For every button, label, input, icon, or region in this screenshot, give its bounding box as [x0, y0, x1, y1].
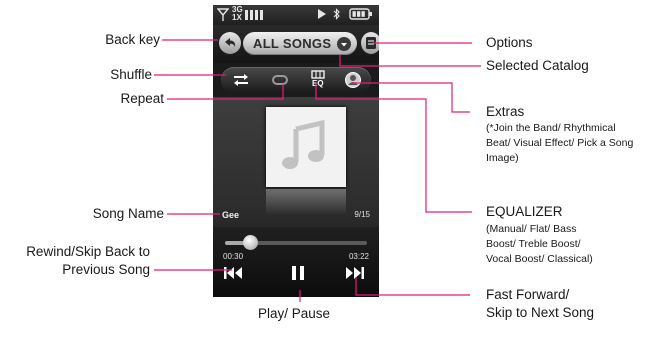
- callout-equalizer-desc-3: Vocal Boost/ Classical): [486, 253, 593, 265]
- callout-rewind-line1: Rewind/Skip Back to: [26, 244, 150, 259]
- callout-back-key: Back key: [105, 32, 160, 47]
- callout-equalizer-desc-2: Boost/ Treble Boost/: [486, 238, 581, 250]
- callout-song-name: Song Name: [92, 206, 164, 221]
- callout-fast-forward-line1: Fast Forward/: [486, 287, 570, 302]
- callout-options: Options: [486, 35, 533, 50]
- callout-extras: Extras: [486, 104, 525, 119]
- callout-equalizer: EQUALIZER: [486, 204, 563, 219]
- callout-repeat: Repeat: [120, 91, 164, 106]
- callout-equalizer-desc-1: (Manual/ Flat/ Bass: [486, 223, 577, 235]
- callout-shuffle: Shuffle: [110, 67, 152, 82]
- callout-play-pause: Play/ Pause: [258, 306, 331, 321]
- callout-extras-desc-3: Image): [486, 152, 519, 164]
- callout-selected-catalog: Selected Catalog: [486, 58, 589, 73]
- callout-extras-desc-2: Beat/ Visual Effect/ Pick a Song: [486, 137, 634, 149]
- callout-fast-forward-line2: Skip to Next Song: [486, 305, 595, 320]
- callout-rewind-line2: Previous Song: [62, 262, 150, 277]
- callout-extras-desc-1: (*Join the Band/ Rhythmical: [486, 122, 616, 134]
